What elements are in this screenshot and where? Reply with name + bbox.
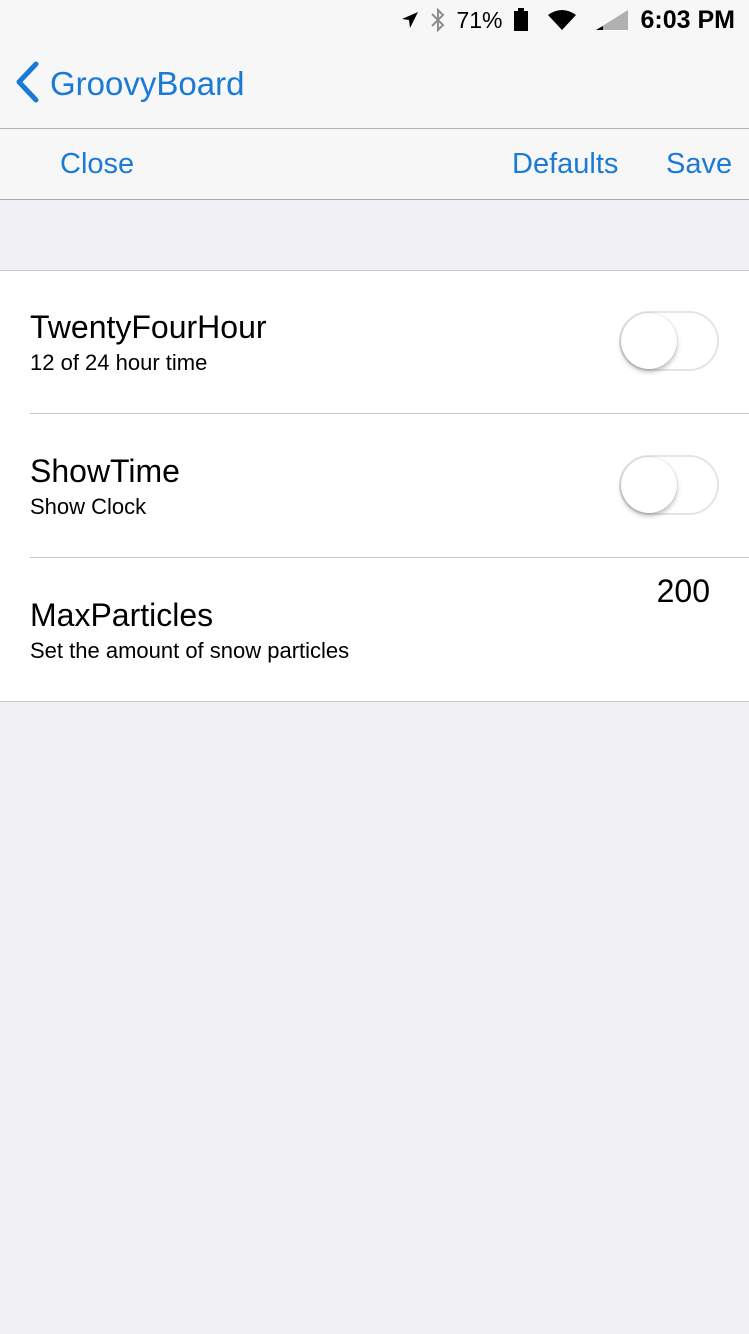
wifi-icon [547,9,577,31]
navigation-bar: GroovyBoard [0,40,749,128]
battery-icon [513,7,529,33]
setting-title: MaxParticles [30,597,214,633]
setting-row-showtime: ShowTime Show Clock [0,415,749,559]
chevron-left-icon [14,61,40,108]
save-button[interactable]: Save [666,148,732,181]
setting-subtitle: Show Clock [30,494,147,519]
bluetooth-icon [430,7,446,33]
defaults-button[interactable]: Defaults [512,148,618,181]
setting-title: TwentyFourHour [30,309,267,345]
status-bar: 71% 6:03 PM [0,0,749,40]
clock-time: 6:03 PM [640,5,735,34]
setting-subtitle: Set the amount of snow particles [30,638,350,663]
setting-row-twentyfourhour: TwentyFourHour 12 of 24 hour time [0,271,749,415]
toggle-knob [621,313,677,369]
battery-percent: 71% [456,6,503,33]
row-separator [30,413,749,414]
settings-group: TwentyFourHour 12 of 24 hour time ShowTi… [0,270,749,702]
showtime-toggle[interactable] [619,455,719,515]
cellular-signal-icon [595,9,629,31]
setting-subtitle: 12 of 24 hour time [30,350,208,375]
setting-title: ShowTime [30,453,180,489]
back-label: GroovyBoard [50,65,245,102]
close-button[interactable]: Close [60,148,134,181]
maxparticles-value-field[interactable]: 200 [657,573,710,610]
toolbar-divider [0,199,749,200]
location-arrow-icon [400,10,420,30]
toolbar: Close Defaults Save [0,129,749,199]
setting-row-maxparticles: MaxParticles Set the amount of snow part… [0,559,749,703]
twentyfourhour-toggle[interactable] [619,311,719,371]
toggle-knob [621,457,677,513]
row-separator [30,557,749,558]
back-button[interactable]: GroovyBoard [0,61,244,108]
